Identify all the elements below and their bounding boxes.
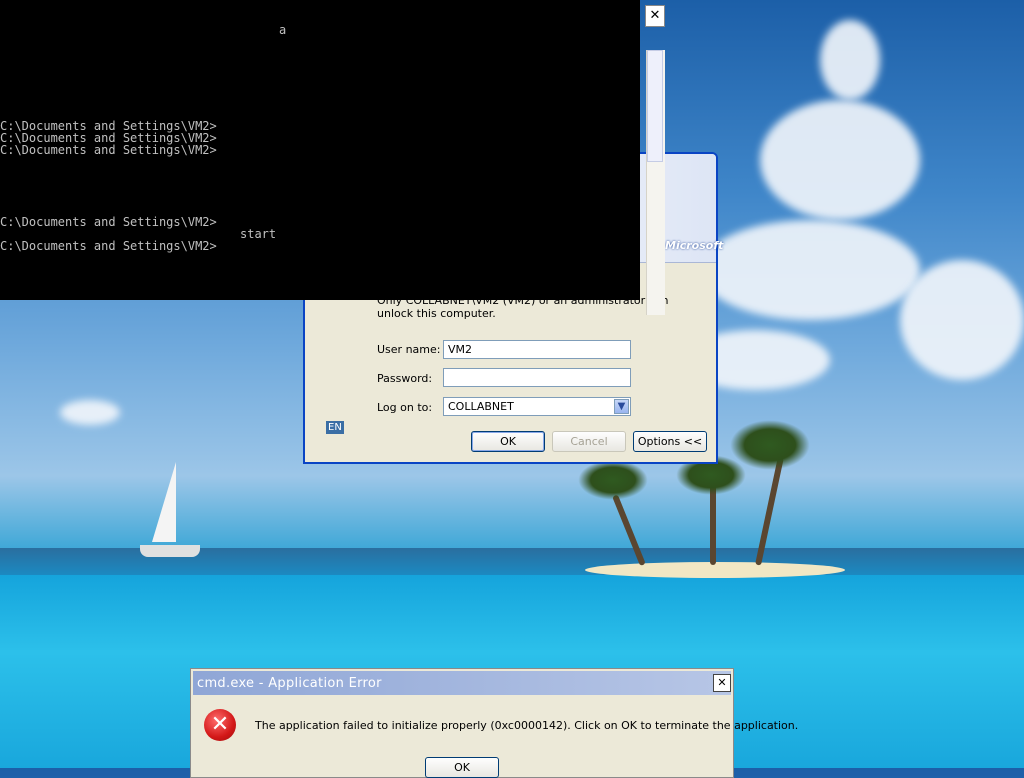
error-titlebar: cmd.exe - Application Error	[193, 671, 731, 695]
cloud	[700, 220, 920, 320]
palm-leaves	[730, 420, 810, 470]
language-indicator[interactable]: EN	[326, 421, 344, 434]
ok-button[interactable]: OK	[471, 431, 545, 452]
application-error-dialog: cmd.exe - Application Error ✕ ✕ The appl…	[190, 668, 798, 778]
username-label: User name:	[377, 343, 441, 356]
close-icon[interactable]: ✕	[645, 5, 665, 27]
options-button[interactable]: Options <<	[633, 431, 707, 452]
command-prompt-window[interactable]: a C:\Documents and Settings\VM2> C:\Docu…	[0, 0, 640, 300]
logon-to-value: COLLABNET	[448, 400, 514, 413]
cloud	[820, 20, 880, 100]
password-label: Password:	[377, 372, 433, 385]
chevron-down-icon[interactable]: ▼	[614, 399, 629, 414]
error-icon: ✕	[204, 709, 236, 741]
island	[585, 562, 845, 578]
cloud	[900, 260, 1024, 380]
cloud	[60, 400, 120, 425]
password-field[interactable]	[443, 368, 631, 387]
error-message: The application failed to initialize pro…	[255, 719, 799, 732]
microsoft-logo: Microsoft	[665, 239, 724, 252]
username-field[interactable]: VM2	[443, 340, 631, 359]
palm-leaves	[578, 460, 648, 500]
console-line: C:\Documents and Settings\VM2>	[0, 215, 217, 229]
cancel-button[interactable]: Cancel	[552, 431, 626, 452]
sailboat-hull	[140, 545, 200, 557]
error-title: cmd.exe - Application Error	[197, 676, 382, 691]
console-line: C:\Documents and Settings\VM2>	[0, 143, 217, 157]
sailboat-sail	[152, 462, 176, 542]
cloud	[760, 100, 920, 220]
logon-to-label: Log on to:	[377, 401, 433, 414]
console-scrollbar-thumb[interactable]	[647, 50, 663, 162]
close-icon[interactable]: ✕	[713, 674, 731, 692]
logon-to-select[interactable]: COLLABNET ▼	[443, 397, 631, 416]
console-line: a	[279, 23, 287, 37]
console-line: start	[240, 227, 277, 241]
console-line: C:\Documents and Settings\VM2>	[0, 239, 217, 253]
